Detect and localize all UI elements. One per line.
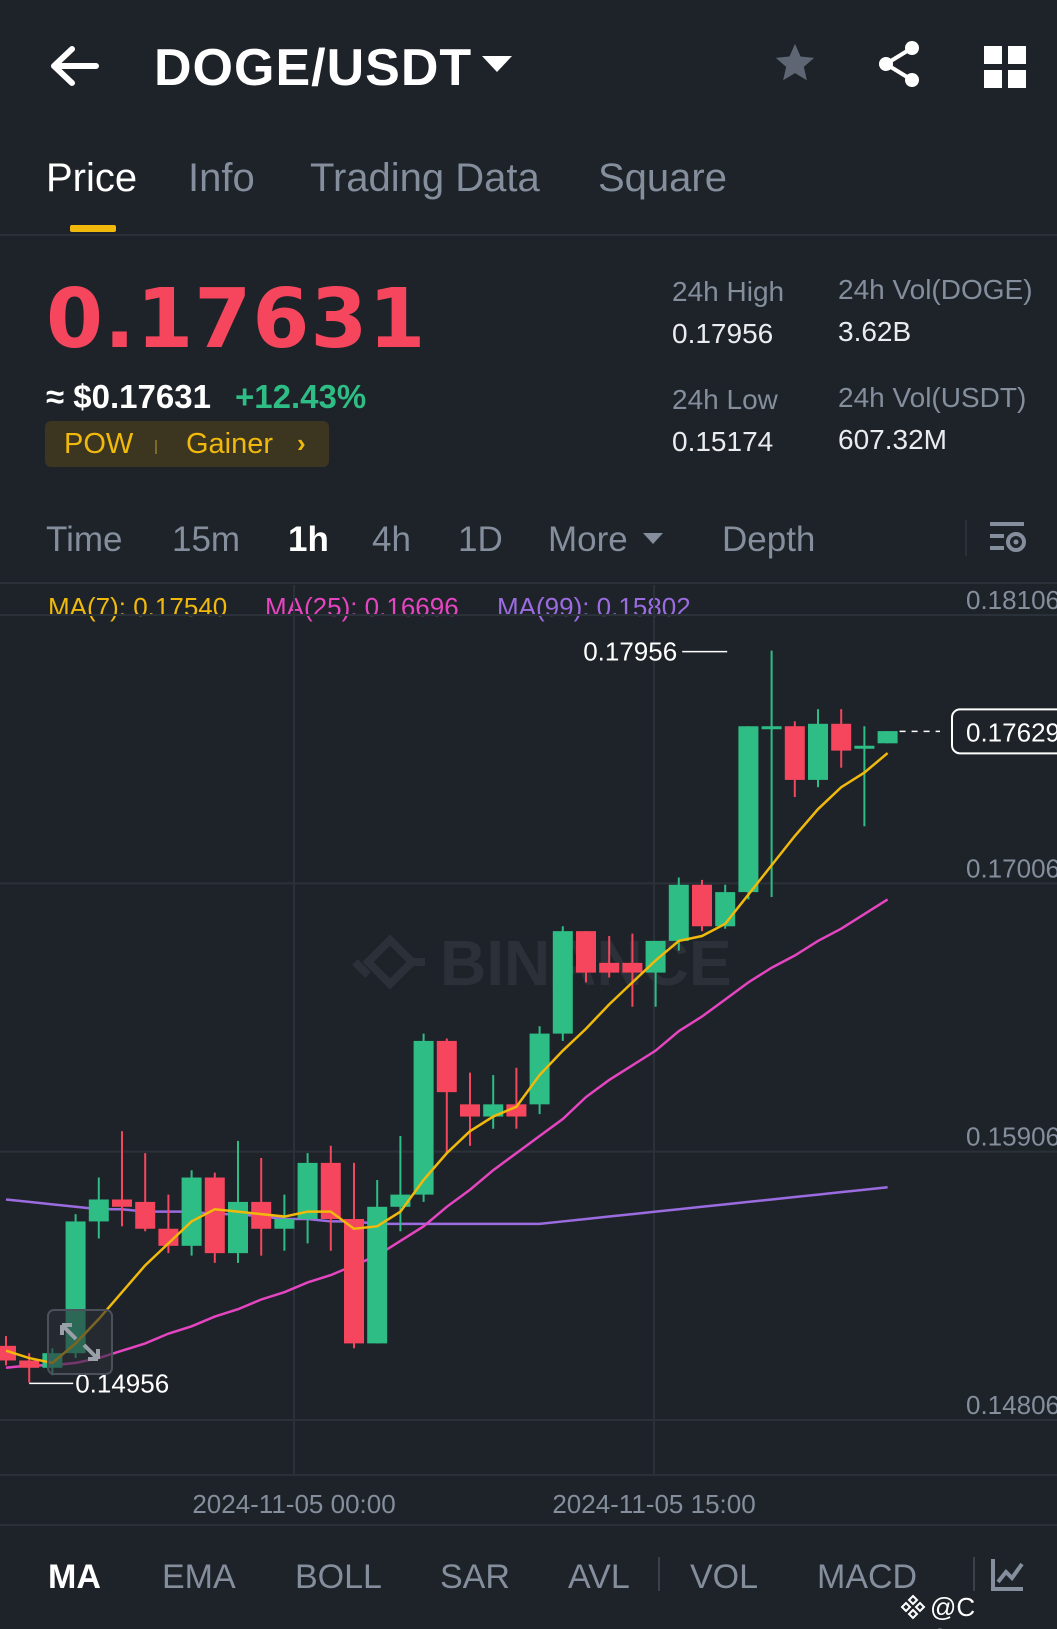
- chevron-down-icon[interactable]: [643, 533, 663, 544]
- divider: [658, 1557, 660, 1591]
- y-tick-label: 0.14806: [966, 1390, 1057, 1420]
- divider: [965, 520, 967, 556]
- tab-trading-data[interactable]: Trading Data: [310, 156, 540, 201]
- divider: [0, 234, 1057, 236]
- tf-4h[interactable]: 4h: [372, 520, 411, 560]
- indicator-boll[interactable]: BOLL: [295, 1558, 382, 1597]
- tf-15m[interactable]: 15m: [172, 520, 240, 560]
- binance-watermark-icon: [352, 934, 425, 990]
- candle-body: [622, 962, 643, 973]
- share-icon[interactable]: [876, 40, 922, 88]
- chevron-down-icon[interactable]: [482, 56, 512, 72]
- candle-body: [599, 962, 620, 973]
- grid-icon[interactable]: [984, 46, 1026, 88]
- candle-body: [877, 731, 898, 744]
- indicator-settings-icon[interactable]: [990, 1556, 1026, 1592]
- vol-usdt-value: 607.32M: [838, 424, 947, 455]
- indicator-ema[interactable]: EMA: [162, 1558, 236, 1597]
- tab-info[interactable]: Info: [188, 156, 255, 201]
- candle-body: [460, 1104, 480, 1117]
- tf-time[interactable]: Time: [46, 520, 122, 560]
- candle-body: [576, 931, 596, 973]
- divider: [973, 1557, 975, 1591]
- candle-body: [274, 1218, 295, 1229]
- tab-price[interactable]: Price: [46, 156, 137, 201]
- candle-body: [761, 726, 782, 730]
- indicator-macd[interactable]: MACD: [817, 1558, 917, 1597]
- candle-body: [88, 1199, 109, 1222]
- chart-settings-icon[interactable]: [988, 518, 1028, 558]
- user-watermark: @C Queen: [930, 1592, 1008, 1629]
- candle-body: [738, 726, 759, 893]
- candle-body: [784, 726, 805, 780]
- candlestick-chart[interactable]: 0.18106 0.17006 0.15906 0.14806 2024-11-05 0…: [0, 585, 1057, 1530]
- back-arrow-icon[interactable]: [50, 44, 100, 88]
- y-tick-label: 0.15906: [966, 1122, 1057, 1152]
- candle-body: [831, 723, 852, 751]
- candle-body: [854, 745, 875, 749]
- divider: [0, 1524, 1057, 1526]
- high-label: 24h High: [672, 276, 785, 307]
- fullscreen-button: [47, 1309, 113, 1375]
- current-price-label: 0.17629: [966, 717, 1057, 747]
- candle-body: [204, 1177, 225, 1254]
- low-value: 0.15174: [672, 426, 774, 457]
- y-tick-label: 0.17006: [966, 853, 1057, 883]
- tag-gainer[interactable]: Gainer: [186, 428, 273, 461]
- candle-body: [19, 1360, 40, 1368]
- candle-body: [228, 1201, 248, 1254]
- tf-more[interactable]: More: [548, 520, 628, 560]
- indicator-ma[interactable]: MA: [48, 1558, 101, 1597]
- indicator-sar[interactable]: SAR: [440, 1558, 510, 1597]
- last-price: 0.17631: [46, 272, 427, 367]
- tab-active-indicator: [70, 225, 116, 232]
- divider: [0, 582, 1057, 584]
- chevron-right-icon[interactable]: ›: [297, 428, 306, 459]
- candle-body: [112, 1199, 132, 1207]
- tab-square[interactable]: Square: [598, 156, 727, 201]
- candle-body: [692, 884, 712, 927]
- tag-pow[interactable]: POW: [64, 428, 133, 461]
- indicator-avl[interactable]: AVL: [568, 1558, 630, 1597]
- x-tick-label: 2024-11-05 00:00: [192, 1489, 395, 1519]
- vol-doge-label: 24h Vol(DOGE): [838, 274, 1033, 305]
- candle-body: [436, 1040, 457, 1093]
- candle-body: [808, 723, 828, 780]
- indicator-vol[interactable]: VOL: [690, 1558, 758, 1597]
- high-marker-label: 0.17956: [583, 637, 677, 667]
- vol-doge-value: 3.62B: [838, 316, 912, 347]
- price-change: +12.43%: [235, 378, 367, 415]
- tag-divider: [155, 440, 157, 454]
- tf-1h[interactable]: 1h: [288, 520, 329, 560]
- high-value: 0.17956: [672, 318, 774, 349]
- x-tick-label: 2024-11-05 15:00: [552, 1489, 755, 1519]
- star-icon[interactable]: [772, 40, 818, 86]
- y-tick-label: 0.18106: [966, 585, 1057, 615]
- candle-body: [344, 1218, 364, 1344]
- candle-body: [135, 1201, 156, 1229]
- candle-body: [668, 884, 689, 941]
- candle-body: [715, 892, 736, 927]
- tf-1d[interactable]: 1D: [458, 520, 503, 560]
- vol-usdt-label: 24h Vol(USDT): [838, 382, 1027, 413]
- candle-body: [552, 931, 573, 1034]
- binance-logo-icon: [900, 1594, 926, 1620]
- usd-price: ≈ $0.17631: [46, 378, 211, 415]
- candle-body: [181, 1177, 202, 1246]
- tf-depth[interactable]: Depth: [722, 520, 815, 560]
- low-label: 24h Low: [672, 384, 778, 415]
- pair-title[interactable]: DOGE/USDT: [154, 38, 472, 98]
